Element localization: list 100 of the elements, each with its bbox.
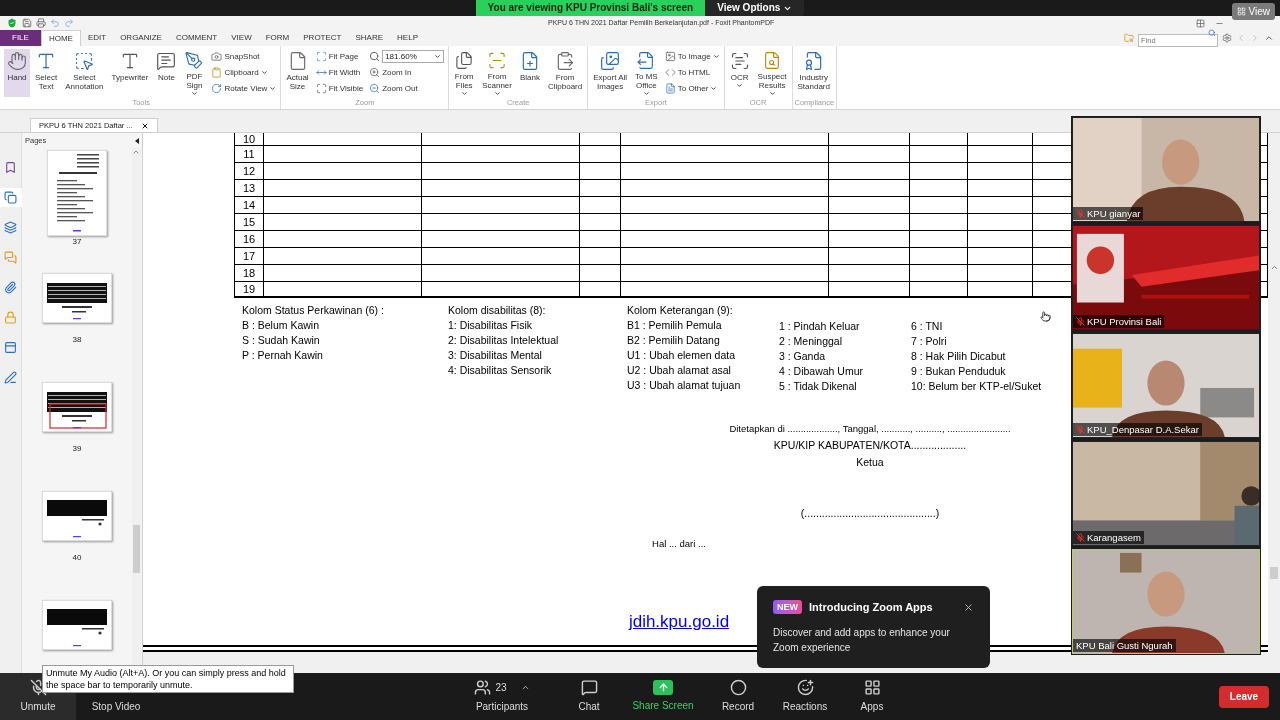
ribbon-button[interactable]: Select Text xyxy=(32,49,61,97)
place-date-line: Ditetapkan di ..................., Tanggal, ..........., .........., ........................ xyxy=(729,422,1011,436)
save-icon[interactable] xyxy=(22,18,32,28)
legend-item: 6 : TNI xyxy=(911,319,944,334)
menu-tab[interactable]: SHARE xyxy=(348,30,391,46)
menu-tab[interactable]: FORM xyxy=(258,30,297,46)
row-number: 17 xyxy=(242,250,256,262)
view-options-button[interactable]: View Options xyxy=(705,0,805,16)
ribbon-button[interactable]: From Clipboard xyxy=(545,49,586,97)
ribbon-button[interactable]: Blank xyxy=(516,49,543,97)
page-thumbnail[interactable] xyxy=(47,150,107,236)
menu-tab[interactable]: COMMENT xyxy=(168,30,225,46)
legend-item: U1 : Ubah elemen data xyxy=(627,348,736,363)
toolbar-button[interactable]: Apps xyxy=(837,673,907,720)
menu-tab[interactable]: EDIT xyxy=(80,30,114,46)
caret-icon[interactable] xyxy=(520,683,530,692)
menu-tab[interactable]: HELP xyxy=(390,30,425,46)
page-thumbnail[interactable] xyxy=(42,382,112,432)
ribbon-button[interactable]: Fit Page xyxy=(315,49,364,64)
legend-item: 9 : Bukan Penduduk xyxy=(911,364,1007,379)
search-icon xyxy=(369,51,381,62)
toolbar-button[interactable]: Share Screen xyxy=(623,673,703,720)
apps-icon xyxy=(863,679,881,696)
ribbon-button[interactable]: Actual Size xyxy=(283,49,312,97)
ribbon-button[interactable]: Rotate View xyxy=(211,81,277,96)
scroll-up-icon[interactable] xyxy=(132,148,140,156)
legend-item: 2: Disabilitas Intelektual xyxy=(448,333,560,348)
fit-page-icon xyxy=(315,51,327,62)
participant-name: KPU_Denpasar D.A.Sekar xyxy=(1073,423,1202,436)
people-icon xyxy=(474,679,492,696)
settings-icon[interactable] xyxy=(1222,33,1232,43)
ribbon-button[interactable]: PDF Sign xyxy=(181,49,208,97)
toolbar-button[interactable]: Record xyxy=(703,673,773,720)
menu-tab[interactable]: VIEW xyxy=(224,30,259,46)
ribbon-button[interactable]: Clipboard xyxy=(211,65,277,80)
record-icon xyxy=(729,679,747,696)
menu-tab[interactable]: HOME xyxy=(40,30,81,46)
share-screen-icon xyxy=(657,682,669,693)
participant-name: Karangasem xyxy=(1073,531,1144,544)
print-icon[interactable] xyxy=(36,18,46,28)
clipboard-icon xyxy=(211,67,223,78)
attachment-icon xyxy=(4,281,17,294)
ribbon-button[interactable]: To MS Office xyxy=(632,49,661,97)
ribbon-button[interactable]: To HTML xyxy=(664,65,720,80)
zoom-field[interactable]: 181.60% xyxy=(382,50,445,63)
page-thumbnail[interactable] xyxy=(42,273,112,323)
ribbon-button[interactable]: SnapShot xyxy=(211,49,277,64)
toolbar-button[interactable]: 23 Participants xyxy=(469,673,535,720)
caret-icon xyxy=(434,53,442,60)
ribbon-button[interactable]: Export All Images xyxy=(590,49,631,97)
ribbon-button[interactable]: Zoom In xyxy=(369,65,445,80)
scroll-thumb[interactable] xyxy=(133,525,140,573)
participant-name: KPU Provinsi Bali xyxy=(1073,315,1165,328)
legend-title: Kolom Status Perkawinan (6) : xyxy=(242,303,385,318)
row-number: 19 xyxy=(242,283,256,295)
ribbon-button[interactable]: Note xyxy=(153,49,180,97)
toolbar-button[interactable]: Chat xyxy=(555,673,623,720)
images-icon xyxy=(600,51,621,71)
collapse-icon[interactable] xyxy=(135,137,139,144)
legend-item: 3 : Ganda xyxy=(779,349,827,364)
legend-item: P : Pernah Kawin xyxy=(242,348,324,363)
legend-item: 7 : Polri xyxy=(911,334,948,349)
close-icon[interactable] xyxy=(963,601,974,613)
page-thumbnail[interactable] xyxy=(42,491,112,541)
ribbon-button[interactable]: Industry Standard xyxy=(794,49,833,97)
menu-tab[interactable]: FILE xyxy=(0,30,41,46)
ribbon-button[interactable]: Fit Width xyxy=(315,65,364,80)
legend-item: 8 : Hak Pilih Dicabut xyxy=(911,349,1007,364)
new-badge: NEW xyxy=(773,600,802,615)
website-link[interactable]: jdih.kpu.go.id xyxy=(628,611,730,633)
scroll-thumb[interactable] xyxy=(1270,567,1278,579)
ribbon-button[interactable]: Hand xyxy=(4,49,30,97)
page-number: 38 xyxy=(72,335,82,345)
ribbon-button[interactable]: To Image xyxy=(664,49,720,64)
page-thumbnail[interactable] xyxy=(42,600,112,650)
lock-icon xyxy=(4,311,17,324)
leave-button[interactable]: Leave xyxy=(1219,685,1269,708)
toolbar-button[interactable]: Reactions xyxy=(773,673,837,720)
ribbon-button[interactable]: OCR xyxy=(726,49,753,97)
ribbon-button[interactable]: Select Annotation xyxy=(62,49,107,97)
ribbon-button[interactable]: From Scanner xyxy=(479,49,515,97)
scroll-up-icon[interactable] xyxy=(1269,263,1279,272)
legend-item: 1: Disabilitas Fisik xyxy=(448,318,534,333)
layout-icon[interactable] xyxy=(1196,18,1205,28)
close-icon[interactable] xyxy=(140,121,149,130)
row-number: 14 xyxy=(242,199,256,211)
legend-item: U2 : Ubah alamat asal xyxy=(627,363,732,378)
ribbon-button[interactable]: To Other xyxy=(664,81,720,96)
ribbon-button[interactable]: Fit Visible xyxy=(315,81,364,96)
grid-icon xyxy=(1236,7,1246,16)
panel-tab[interactable] xyxy=(0,188,22,207)
ribbon-button[interactable]: From Files xyxy=(451,49,478,97)
page-number: 40 xyxy=(72,553,82,563)
ribbon-button[interactable]: Suspect Results xyxy=(754,49,790,97)
legend-item: 2 : Meninggal xyxy=(779,334,844,349)
menu-tab[interactable]: ORGANIZE xyxy=(113,30,169,46)
ribbon-button[interactable]: Zoom Out xyxy=(369,81,445,96)
menu-tab[interactable]: PROTECT xyxy=(296,30,349,46)
ribbon-button[interactable]: Typewriter xyxy=(108,49,152,97)
view-button[interactable]: View xyxy=(1231,3,1275,20)
